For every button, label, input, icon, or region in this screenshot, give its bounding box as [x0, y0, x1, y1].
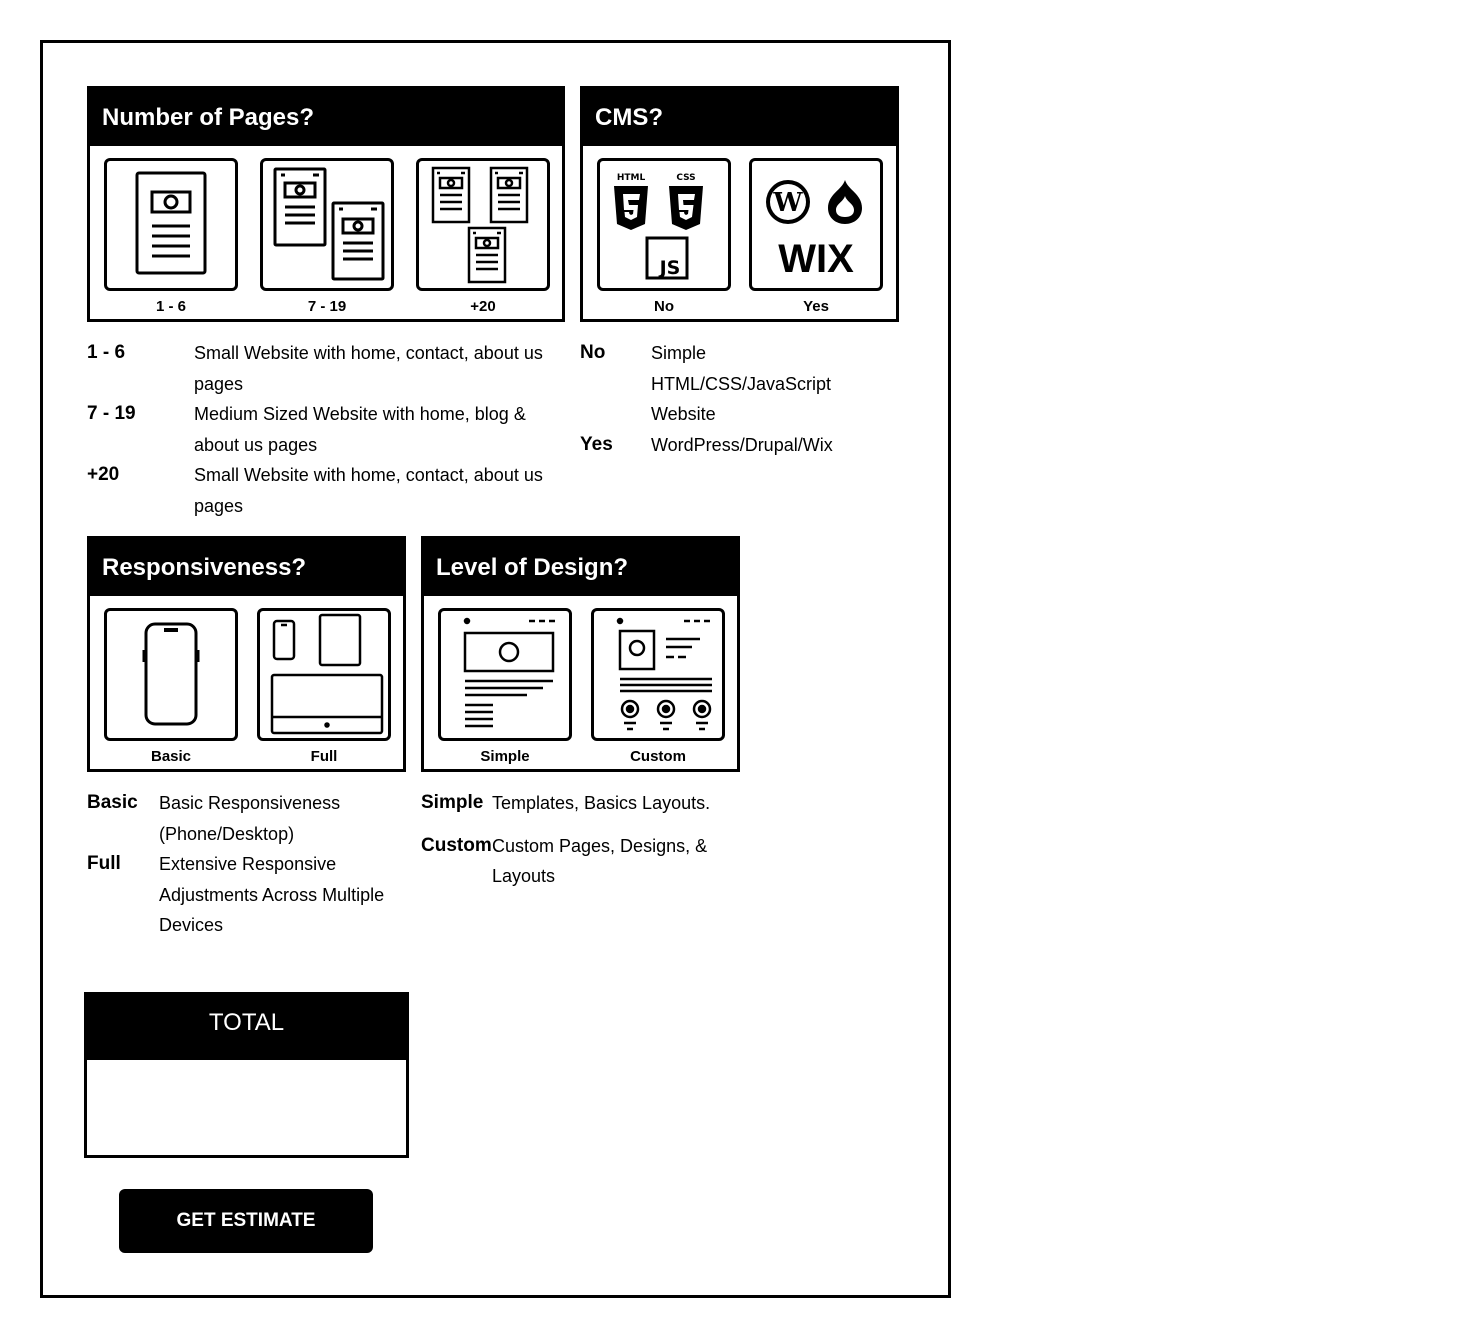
total-value: [87, 1060, 406, 1155]
design-option-simple[interactable]: Simple: [438, 608, 572, 765]
html-css-js-icon: HTML CSS JS: [597, 158, 731, 291]
design-panel: Level of Design? Simple Custom: [421, 536, 740, 772]
pages-option-7-19[interactable]: 7 - 19: [260, 158, 394, 315]
cms-option-label: Yes: [803, 298, 829, 315]
description-key: Simple: [421, 792, 484, 813]
pages-title: Number of Pages?: [90, 89, 562, 146]
pages-panel: Number of Pages? 1 - 6 7 - 19 +20: [87, 86, 565, 322]
design-option-label: Custom: [630, 748, 686, 765]
design-title: Level of Design?: [424, 539, 737, 596]
description-row: Full Extensive Responsive Adjustments Ac…: [87, 849, 417, 941]
description-key: +20: [87, 464, 120, 485]
description-text: Templates, Basics Layouts.: [492, 793, 711, 813]
custom-layout-icon: [591, 608, 725, 741]
cms-panel: CMS? HTML CSS JS No W WIX Yes: [580, 86, 899, 322]
description-row: No Simple HTML/CSS/JavaScript Website: [580, 338, 880, 430]
cms-option-yes[interactable]: W WIX Yes: [749, 158, 883, 315]
description-row: Yes WordPress/Drupal/Wix: [580, 430, 880, 461]
js-text: JS: [658, 257, 681, 279]
wix-text: WIX: [778, 237, 854, 281]
design-descriptions: Simple Templates, Basics Layouts. Custom…: [421, 788, 751, 892]
design-option-custom[interactable]: Custom: [591, 608, 725, 765]
description-key: 1 - 6: [87, 342, 126, 363]
responsiveness-option-label: Basic: [150, 748, 192, 765]
responsiveness-option-label: Full: [310, 748, 338, 765]
html-text: HTML: [617, 173, 646, 183]
phone-icon: [104, 608, 238, 741]
get-estimate-button[interactable]: GET ESTIMATE: [119, 1189, 373, 1253]
description-key: Custom: [421, 834, 492, 856]
single-page-icon: [104, 158, 238, 291]
description-text: WordPress/Drupal/Wix: [651, 434, 833, 455]
wordpress-icon: W: [766, 179, 810, 224]
description-key: 7 - 19: [87, 403, 136, 424]
description-key: Basic: [87, 792, 138, 813]
pages-option-1-6[interactable]: 1 - 6: [104, 158, 238, 315]
wordpress-drupal-wix-icon: W WIX: [749, 158, 883, 291]
description-row: Basic Basic Responsiveness (Phone/Deskto…: [87, 788, 417, 849]
description-row: 7 - 19 Medium Sized Website with home, b…: [87, 399, 557, 460]
description-row: 1 - 6 Small Website with home, contact, …: [87, 338, 557, 399]
description-row: Simple Templates, Basics Layouts.: [421, 788, 751, 819]
responsiveness-title: Responsiveness?: [90, 539, 403, 596]
description-text: Extensive Responsive Adjustments Across …: [159, 854, 385, 935]
pages-option-20-plus[interactable]: +20: [416, 158, 550, 315]
cms-descriptions: No Simple HTML/CSS/JavaScript Website Ye…: [580, 338, 880, 460]
description-key: Full: [87, 853, 121, 874]
cms-option-no[interactable]: HTML CSS JS No: [597, 158, 731, 315]
design-option-label: Simple: [480, 748, 530, 765]
many-pages-icon: [416, 158, 550, 291]
css-text: CSS: [676, 173, 695, 183]
drupal-icon: [828, 179, 862, 224]
description-row: +20 Small Website with home, contact, ab…: [87, 460, 557, 521]
responsiveness-descriptions: Basic Basic Responsiveness (Phone/Deskto…: [87, 788, 417, 941]
pages-option-label: 1 - 6: [155, 298, 186, 315]
pages-option-label: +20: [470, 298, 496, 315]
cms-title: CMS?: [583, 89, 896, 146]
description-text: Medium Sized Website with home, blog & a…: [194, 404, 526, 455]
description-row: Custom Custom Pages, Designs, & Layouts: [421, 831, 751, 892]
two-pages-icon: [260, 158, 394, 291]
responsiveness-option-full[interactable]: Full: [257, 608, 391, 765]
simple-layout-icon: [438, 608, 572, 741]
svg-text:W: W: [772, 188, 803, 218]
total-box: TOTAL: [84, 992, 409, 1158]
cms-option-label: No: [654, 298, 674, 315]
description-text: Basic Responsiveness (Phone/Desktop): [159, 793, 341, 844]
multi-device-icon: [257, 608, 391, 741]
description-text: Custom Pages, Designs, & Layouts: [492, 835, 708, 887]
description-text: Simple HTML/CSS/JavaScript Website: [651, 343, 832, 424]
responsiveness-panel: Responsiveness? Basic Full: [87, 536, 406, 772]
pages-descriptions: 1 - 6 Small Website with home, contact, …: [87, 338, 557, 521]
description-text: Small Website with home, contact, about …: [194, 465, 543, 516]
responsiveness-option-basic[interactable]: Basic: [104, 608, 238, 765]
total-title: TOTAL: [87, 995, 406, 1060]
pages-option-label: 7 - 19: [307, 298, 347, 315]
description-key: Yes: [580, 433, 613, 455]
description-key: No: [580, 342, 606, 363]
description-text: Small Website with home, contact, about …: [194, 343, 543, 394]
